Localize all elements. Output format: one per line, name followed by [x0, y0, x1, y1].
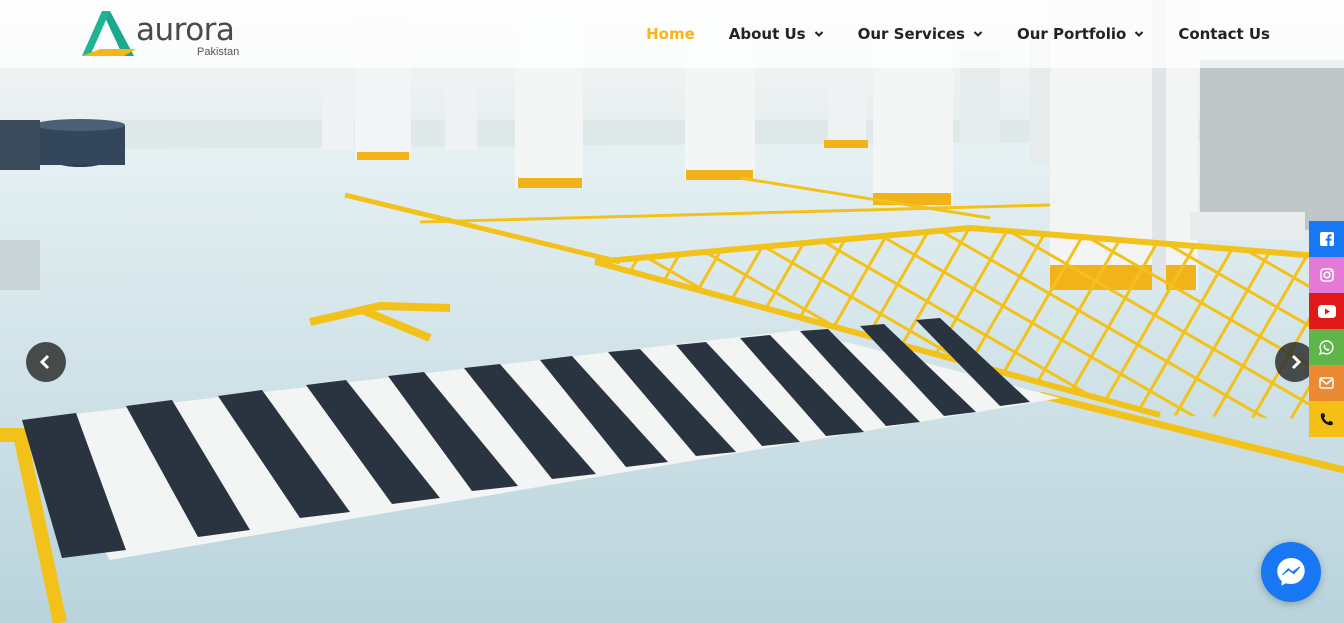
email-button[interactable]: [1309, 365, 1344, 401]
nav-item-our-portfolio[interactable]: Our Portfolio: [1017, 25, 1144, 43]
facebook-icon: [1319, 232, 1334, 246]
email-icon: [1319, 377, 1334, 389]
youtube-icon: [1317, 304, 1336, 318]
nav-item-label: Our Services: [857, 25, 965, 43]
nav-item-label: Home: [646, 25, 695, 43]
youtube-button[interactable]: [1309, 293, 1344, 329]
phone-button[interactable]: [1309, 401, 1344, 437]
nav-item-label: Contact Us: [1178, 25, 1270, 43]
hero-slide-image: [0, 0, 1344, 623]
brand-name: aurora: [136, 12, 235, 48]
chevron-down-icon: [814, 31, 823, 37]
chevron-left-icon: [39, 354, 50, 370]
site-header: aurora Pakistan Home About Us Our Servic…: [0, 0, 1344, 68]
instagram-button[interactable]: [1309, 257, 1344, 293]
messenger-icon: [1277, 558, 1305, 586]
aurora-logo-icon: [82, 11, 136, 56]
whatsapp-icon: [1319, 339, 1334, 355]
phone-icon: [1320, 412, 1333, 425]
chevron-down-icon: [973, 31, 983, 37]
nav-item-label: Our Portfolio: [1016, 25, 1127, 43]
social-sidebar: [1309, 221, 1344, 437]
messenger-chat-button[interactable]: [1261, 542, 1321, 602]
nav-item-our-services[interactable]: Our Services: [858, 25, 983, 43]
slider-prev-button[interactable]: [26, 342, 66, 382]
nav-item-contact-us[interactable]: Contact Us: [1178, 25, 1270, 43]
nav-item-label: About Us: [728, 25, 806, 43]
chevron-right-icon: [1291, 354, 1302, 370]
instagram-icon: [1319, 268, 1334, 282]
brand-subtitle: Pakistan: [197, 46, 240, 58]
brand-logo[interactable]: aurora Pakistan: [80, 9, 250, 59]
whatsapp-button[interactable]: [1309, 329, 1344, 365]
nav-item-about-us[interactable]: About Us: [729, 25, 824, 43]
facebook-button[interactable]: [1309, 221, 1344, 257]
chevron-down-icon: [1135, 31, 1144, 37]
nav-item-home[interactable]: Home: [646, 25, 695, 43]
main-nav: Home About Us Our Services Our Portfolio…: [612, 0, 1270, 68]
